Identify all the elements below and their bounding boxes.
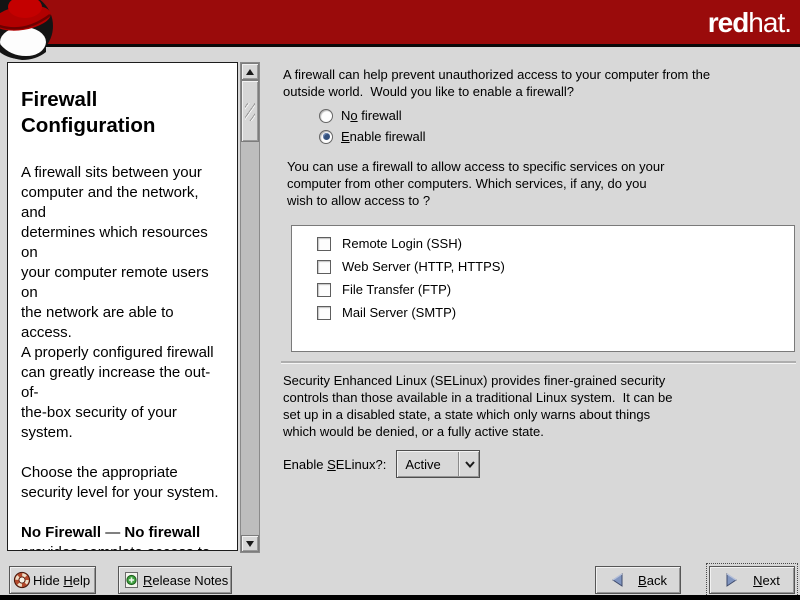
service-label: Remote Login (SSH) <box>342 236 462 251</box>
radio-button-selected-icon[interactable] <box>319 130 333 144</box>
arrow-right-icon <box>724 572 740 588</box>
services-intro-text: You can use a firewall to allow access t… <box>287 158 664 209</box>
service-label: Web Server (HTTP, HTTPS) <box>342 259 505 274</box>
checkbox-icon[interactable] <box>317 260 331 274</box>
banner-divider <box>0 44 800 47</box>
release-notes-page-icon <box>123 571 140 589</box>
help-scrollbar[interactable] <box>240 62 260 553</box>
firewall-intro-text: A firewall can help prevent unauthorized… <box>283 66 710 100</box>
services-box: Remote Login (SSH) Web Server (HTTP, HTT… <box>291 225 795 352</box>
top-banner <box>0 0 800 44</box>
button-label: Release Notes <box>143 573 228 588</box>
service-row-http[interactable]: Web Server (HTTP, HTTPS) <box>317 255 794 278</box>
scrollbar-thumb[interactable] <box>241 80 259 142</box>
help-paragraph: A firewall sits between your computer an… <box>21 163 224 443</box>
radio-label: Enable firewall <box>341 129 426 144</box>
dropdown-value: Active <box>397 457 458 472</box>
help-panel: Firewall Configuration A firewall sits b… <box>7 62 262 553</box>
section-separator <box>281 361 796 364</box>
triangle-up-icon <box>246 69 254 75</box>
selinux-label: Enable SELinux?: <box>283 457 386 472</box>
radio-no-firewall[interactable]: No firewall <box>319 108 402 123</box>
help-paragraph: No Firewall — No firewall provides compl… <box>21 523 224 551</box>
next-button[interactable]: Next <box>709 566 795 594</box>
selinux-dropdown[interactable]: Active <box>396 450 480 478</box>
triangle-down-icon <box>246 541 254 547</box>
checkbox-icon[interactable] <box>317 283 331 297</box>
radio-enable-firewall[interactable]: Enable firewall <box>319 129 426 144</box>
redhat-shadowman-logo <box>0 0 64 64</box>
service-row-ftp[interactable]: File Transfer (FTP) <box>317 278 794 301</box>
scroll-up-button[interactable] <box>241 63 259 80</box>
radio-label: No firewall <box>341 108 402 123</box>
grip-icon <box>245 103 255 121</box>
checkbox-icon[interactable] <box>317 306 331 320</box>
help-title: Firewall Configuration <box>21 87 201 139</box>
life-preserver-icon <box>13 571 31 589</box>
service-row-ssh[interactable]: Remote Login (SSH) <box>317 232 794 255</box>
button-label: Back <box>638 573 667 588</box>
redhat-wordmark: redhat. <box>708 7 791 39</box>
installer-window: redhat. Firewall Configuration A firewal… <box>0 0 800 600</box>
back-button[interactable]: Back <box>595 566 681 594</box>
arrow-left-icon <box>609 572 625 588</box>
wordmark-rest: hat. <box>748 7 791 38</box>
wordmark-bold: red <box>708 7 749 38</box>
release-notes-button[interactable]: Release Notes <box>118 566 232 594</box>
chevron-down-icon <box>460 461 479 468</box>
help-content: Firewall Configuration A firewall sits b… <box>7 62 238 551</box>
service-row-smtp[interactable]: Mail Server (SMTP) <box>317 301 794 324</box>
bottom-border <box>0 595 800 600</box>
service-label: File Transfer (FTP) <box>342 282 451 297</box>
help-term: No firewall <box>124 524 200 541</box>
checkbox-icon[interactable] <box>317 237 331 251</box>
scroll-down-button[interactable] <box>241 535 259 552</box>
radio-button-icon[interactable] <box>319 109 333 123</box>
scrollbar-track[interactable] <box>241 80 259 535</box>
selinux-description-text: Security Enhanced Linux (SELinux) provid… <box>283 372 673 440</box>
button-label: Hide Help <box>33 573 90 588</box>
help-paragraph: Choose the appropriate security level fo… <box>21 463 224 503</box>
help-term: No Firewall <box>21 524 101 541</box>
button-label: Next <box>753 573 780 588</box>
service-label: Mail Server (SMTP) <box>342 305 456 320</box>
hide-help-button[interactable]: Hide Help <box>9 566 96 594</box>
